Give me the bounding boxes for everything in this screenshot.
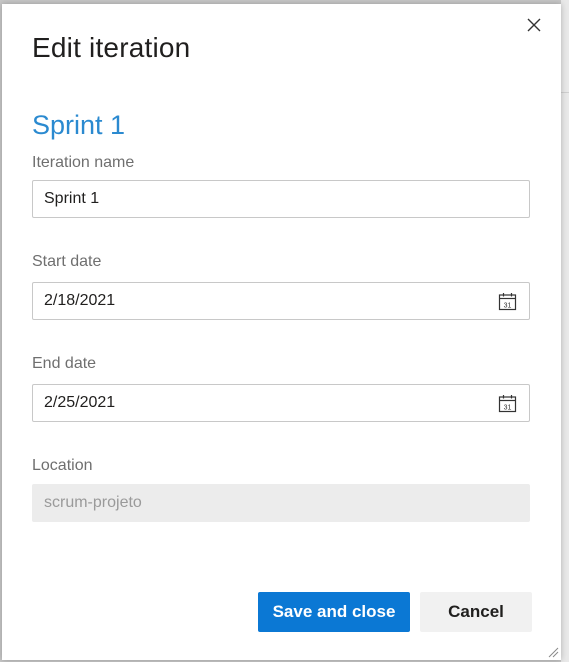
calendar-day-text: 31 [504,404,512,411]
iteration-name-input[interactable]: Sprint 1 [32,180,530,218]
start-date-label: Start date [32,253,102,270]
iteration-name-label: Iteration name [32,154,135,171]
location-input: scrum-projeto [32,484,530,522]
location-label: Location [32,457,93,474]
background-divider [561,92,569,93]
calendar-day-text: 31 [504,302,512,309]
start-date-value: 2/18/2021 [44,292,116,309]
iteration-name-value: Sprint 1 [44,190,100,207]
start-date-input[interactable]: 2/18/2021 31 [32,282,530,320]
save-and-close-button[interactable]: Save and close [258,592,410,632]
calendar-icon[interactable]: 31 [498,394,517,413]
calendar-icon[interactable]: 31 [498,292,517,311]
end-date-value: 2/25/2021 [44,394,116,411]
background-page-strip [561,0,569,662]
end-date-label: End date [32,355,97,372]
iteration-heading: Sprint 1 [32,110,126,140]
cancel-button[interactable]: Cancel [420,592,532,632]
close-button[interactable] [523,14,545,36]
resize-grip-icon[interactable] [547,646,559,658]
edit-iteration-dialog: Edit iteration Sprint 1 Iteration name S… [2,4,561,660]
close-icon [527,18,541,32]
dialog-title: Edit iteration [32,32,191,63]
location-value: scrum-projeto [44,494,142,511]
end-date-input[interactable]: 2/25/2021 31 [32,384,530,422]
